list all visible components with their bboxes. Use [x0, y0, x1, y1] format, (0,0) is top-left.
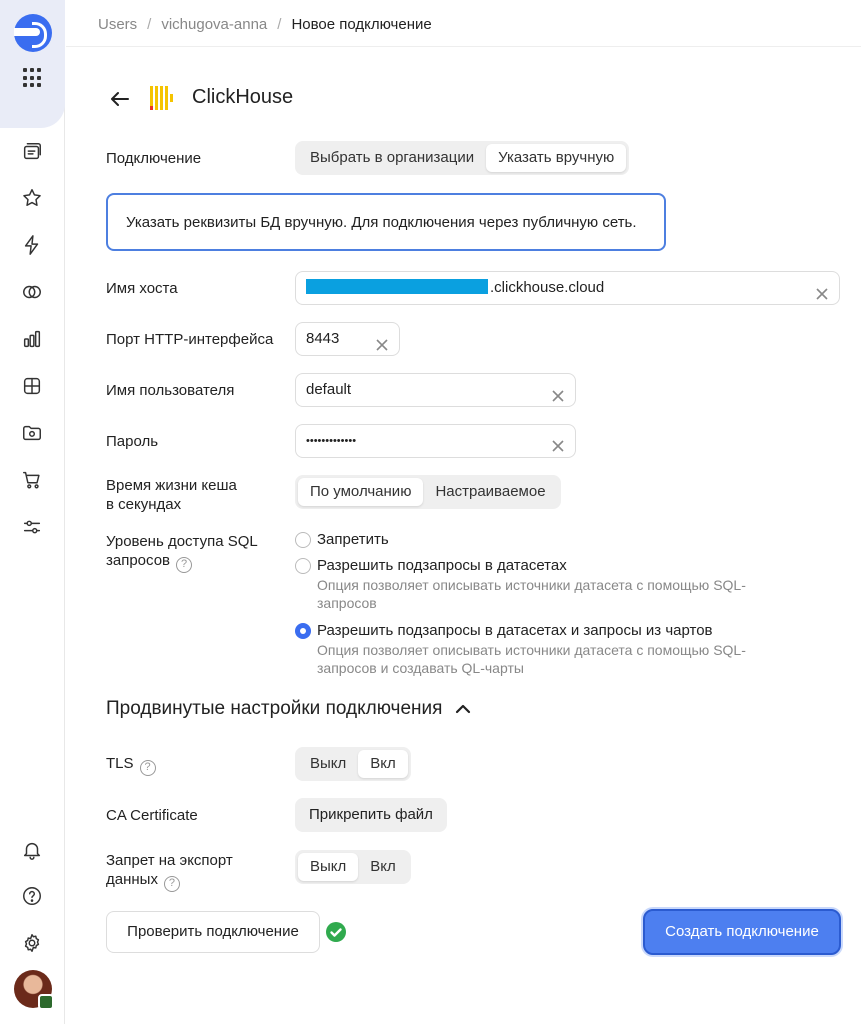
tls-label: TLS?: [106, 754, 156, 776]
marketplace-cart-icon[interactable]: [20, 468, 44, 492]
help-icon[interactable]: ?: [139, 760, 156, 776]
username-label: Имя пользователя: [106, 382, 235, 399]
help-icon[interactable]: ?: [176, 557, 193, 573]
port-input[interactable]: 8443: [295, 322, 400, 356]
port-label: Порт HTTP-интерфейса: [106, 331, 274, 348]
bell-icon[interactable]: [20, 838, 44, 862]
sidebar: [0, 0, 65, 1024]
page-title: ClickHouse: [192, 86, 294, 108]
advanced-settings-toggle[interactable]: Продвинутые настройки подключения: [106, 698, 472, 720]
cache-option-custom[interactable]: Настраиваемое: [423, 478, 557, 506]
settings-sliders-icon[interactable]: [20, 515, 44, 539]
redacted-host-part: [306, 279, 488, 294]
username-value: default: [306, 381, 352, 398]
clear-icon[interactable]: [551, 434, 565, 452]
username-input[interactable]: default: [295, 373, 576, 407]
connection-option-org[interactable]: Выбрать в организации: [298, 144, 486, 172]
check-connection-button[interactable]: Проверить подключение: [106, 911, 320, 953]
cache-option-default[interactable]: По умолчанию: [298, 478, 424, 506]
clear-icon[interactable]: [375, 332, 389, 351]
arrow-left-icon[interactable]: [108, 87, 132, 111]
sql-access-option-datasets[interactable]: Разрешить подзапросы в датасетах Опция п…: [295, 556, 787, 612]
ca-certificate-label: CA Certificate: [106, 807, 198, 824]
connection-label: Подключение: [106, 150, 202, 167]
host-input[interactable]: .clickhouse.cloud: [295, 271, 840, 305]
sql-access-option-forbid[interactable]: Запретить: [295, 530, 389, 550]
cache-label: Время жизни кеша в секундах: [106, 477, 237, 513]
password-label: Пароль: [106, 433, 159, 450]
attach-file-button[interactable]: Прикрепить файл: [295, 798, 447, 832]
charts-icon[interactable]: [20, 327, 44, 351]
collections-icon[interactable]: [20, 140, 44, 164]
host-label: Имя хоста: [106, 280, 178, 297]
tls-switch: Выкл Вкл: [295, 747, 411, 781]
sql-access-label: Уровень доступа SQL запросов?: [106, 532, 258, 573]
lightning-icon[interactable]: [20, 233, 44, 257]
dashboards-icon[interactable]: [20, 374, 44, 398]
star-icon[interactable]: [20, 186, 44, 210]
connection-type-switch: Выбрать в организации Указать вручную: [295, 141, 630, 175]
connections-icon[interactable]: [20, 280, 44, 304]
sql-access-option-datasets-charts[interactable]: Разрешить подзапросы в датасетах и запро…: [295, 621, 787, 677]
export-option-on[interactable]: Вкл: [358, 853, 408, 881]
breadcrumb-separator: /: [277, 15, 282, 33]
folder-icon[interactable]: [20, 421, 44, 445]
radio-button[interactable]: [295, 532, 311, 548]
org-badge-icon: [38, 994, 54, 1010]
breadcrumb-item-user[interactable]: vichugova-anna: [161, 16, 267, 33]
check-success-icon: [326, 922, 346, 942]
help-circle-icon[interactable]: [20, 884, 44, 908]
create-connection-button[interactable]: Создать подключение: [643, 909, 841, 955]
cache-ttl-switch: По умолчанию Настраиваемое: [295, 475, 561, 509]
export-ban-label: Запрет на экспорт данных?: [106, 851, 233, 892]
breadcrumb-current: Новое подключение: [291, 15, 432, 33]
breadcrumb: Users / vichugova-anna / Новое подключен…: [98, 14, 432, 34]
host-value: .clickhouse.cloud: [490, 279, 605, 296]
connection-option-manual[interactable]: Указать вручную: [486, 144, 627, 172]
clear-icon[interactable]: [551, 383, 565, 402]
clear-icon[interactable]: [815, 281, 829, 300]
help-icon[interactable]: ?: [163, 876, 180, 892]
gear-icon[interactable]: [20, 931, 44, 955]
clickhouse-logo-icon: [150, 86, 178, 112]
breadcrumb-item-users[interactable]: Users: [98, 16, 137, 33]
tls-option-off[interactable]: Выкл: [298, 750, 358, 778]
header-divider: [66, 46, 861, 47]
port-value: 8443: [306, 330, 340, 347]
info-box: Указать реквизиты БД вручную. Для подклю…: [106, 193, 666, 251]
export-option-off[interactable]: Выкл: [298, 853, 359, 881]
password-value: •••••••••••••: [306, 435, 357, 447]
apps-grid-icon[interactable]: [23, 68, 43, 88]
chevron-up-icon[interactable]: [454, 700, 472, 718]
radio-button-checked[interactable]: [295, 623, 311, 639]
sidebar-header: [0, 0, 65, 128]
breadcrumb-separator: /: [147, 15, 152, 33]
password-input[interactable]: •••••••••••••: [295, 424, 576, 458]
radio-button[interactable]: [295, 558, 311, 574]
tls-option-on[interactable]: Вкл: [358, 750, 408, 778]
datalens-logo-icon[interactable]: [14, 14, 52, 52]
export-ban-switch: Выкл Вкл: [295, 850, 411, 884]
